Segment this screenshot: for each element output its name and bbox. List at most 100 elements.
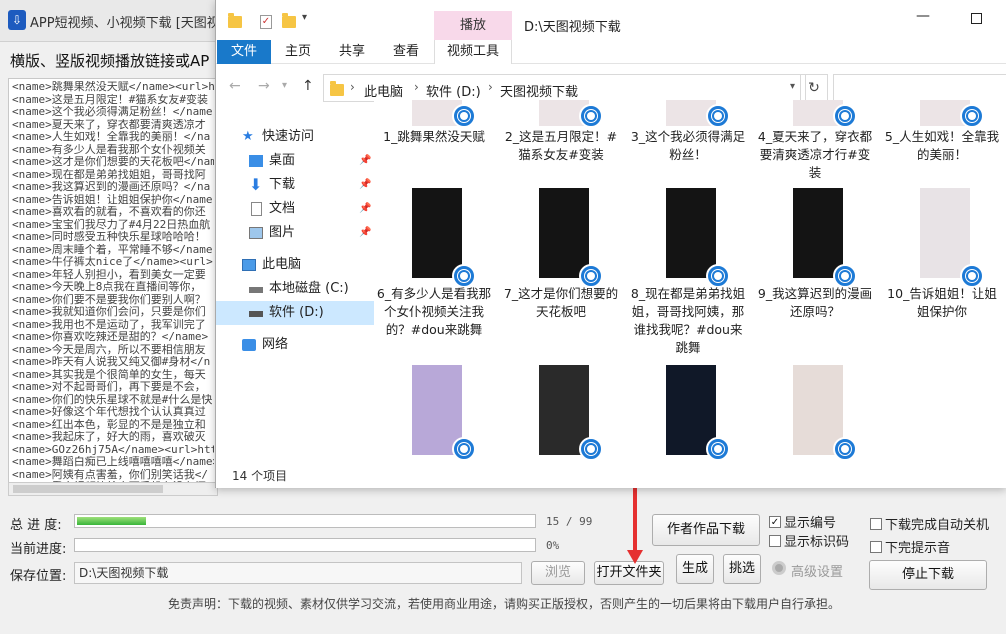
- save-path-input[interactable]: D:\天图视频下载: [74, 562, 522, 584]
- video-player-icon: [833, 104, 857, 128]
- nav-label: 本地磁盘 (C:): [269, 281, 349, 296]
- explorer-window-title: D:\天图视频下载: [524, 20, 621, 35]
- nav-label: 文档: [269, 201, 296, 216]
- file-explorer-window: ✓ ▾ 播放 D:\天图视频下载 — 文件 主页 共享 查看 视频工具 ← → …: [215, 0, 1006, 488]
- show-number-checkbox[interactable]: ✓ 显示编号: [769, 512, 836, 531]
- nav-network[interactable]: 网络: [216, 333, 374, 357]
- nav-drive-d[interactable]: 软件 (D:): [216, 301, 374, 325]
- up-arrow-icon[interactable]: ↑: [302, 78, 314, 94]
- explorer-title-bar: ✓ ▾ 播放 D:\天图视频下载 —: [216, 0, 1006, 40]
- link-list-line: <name>这个我必须得满足粉丝！</name: [12, 106, 213, 118]
- chevron-right-icon[interactable]: ›: [488, 80, 493, 94]
- address-bar[interactable]: › 此电脑 › 软件 (D:) › 天图视频下载 ▾: [323, 74, 806, 102]
- browse-button[interactable]: 浏览: [531, 561, 585, 585]
- chevron-right-icon[interactable]: ›: [350, 80, 355, 94]
- link-list-line: <name>红出本色，彰显的不是是独立和: [12, 418, 206, 431]
- document-icon: [251, 202, 262, 216]
- refresh-icon[interactable]: ↻: [800, 74, 828, 102]
- nav-downloads[interactable]: ⬇ 下载 📌: [216, 173, 374, 197]
- video-thumbnail: [793, 188, 843, 278]
- nav-label: 快速访问: [262, 129, 315, 144]
- picture-icon: [249, 227, 263, 239]
- search-input[interactable]: [833, 74, 1006, 102]
- nav-desktop[interactable]: 桌面 📌: [216, 149, 374, 173]
- link-list-line: <name>宝宝们我尽力了#4月22日热血航: [12, 218, 211, 231]
- navigation-pane: ★ 快速访问 桌面 📌 ⬇ 下载 📌 文档 📌 图片 📌 此电脑 本地磁盘 (C:) 软件 …: [216, 110, 374, 464]
- properties-check-icon[interactable]: ✓: [260, 15, 272, 29]
- link-list-line: <name>跳舞果然没天赋</name><url>ht: [12, 81, 214, 93]
- file-name: 6_有多少人是看我那个女仆视频关注我的？#dou来跳舞: [376, 286, 492, 337]
- customize-toolbar-chevron-icon[interactable]: ▾: [302, 12, 307, 23]
- nav-documents[interactable]: 文档 📌: [216, 197, 374, 221]
- chevron-right-icon[interactable]: ›: [414, 80, 419, 94]
- pin-icon[interactable]: 📌: [359, 197, 371, 221]
- show-number-label: 显示编号: [784, 516, 837, 531]
- video-player-icon: [706, 104, 730, 128]
- current-progress-label: 当前进度:: [10, 542, 67, 557]
- link-list-line: <name>我起床了，好大的雨，喜欢破灭: [12, 431, 206, 443]
- file-name: 3_这个我必须得满足粉丝！: [630, 129, 746, 162]
- link-list-line: <name>同时感受五种快乐星球哈哈哈！: [12, 231, 206, 243]
- link-list-line: <name>阿姨有点害羞，你们别笑话我</: [12, 468, 208, 481]
- folder-icon: [330, 81, 344, 96]
- video-player-icon: [579, 104, 603, 128]
- generate-button[interactable]: 生成: [676, 554, 714, 584]
- author-works-download-button[interactable]: 作者作品下载: [652, 514, 760, 546]
- file-list-view[interactable]: 1_跳舞果然没天赋 2_这是五月限定！#猫系女友#变装 3_这个我必须得满足粉丝！ 4…: [374, 100, 1006, 464]
- app-logo-icon: ⇩: [8, 10, 26, 30]
- video-thumbnail: [920, 188, 970, 278]
- open-folder-button[interactable]: 打开文件夹: [594, 561, 664, 585]
- maximize-icon[interactable]: [971, 13, 982, 24]
- tab-video-tools[interactable]: 视频工具: [434, 40, 512, 64]
- minimize-icon[interactable]: —: [916, 8, 930, 24]
- tab-share[interactable]: 共享: [332, 40, 372, 64]
- link-list-line: <name>有多少人是看我那个女仆视频关: [12, 143, 206, 156]
- stop-download-button[interactable]: 停止下载: [869, 560, 987, 590]
- pin-icon[interactable]: 📌: [359, 149, 371, 173]
- pin-icon[interactable]: 📌: [359, 221, 371, 245]
- link-list-line: <name>喜欢看的就看，不喜欢看的你还: [12, 206, 206, 218]
- save-location-label: 保存位置:: [10, 569, 67, 584]
- link-list-horizontal-scrollbar[interactable]: [8, 482, 218, 496]
- nav-local-disk-c[interactable]: 本地磁盘 (C:): [216, 277, 374, 301]
- advanced-settings-link[interactable]: 高级设置: [791, 561, 843, 580]
- address-dropdown-chevron-icon[interactable]: ▾: [790, 81, 795, 92]
- pick-button[interactable]: 挑选: [723, 554, 761, 584]
- breadcrumb-this-pc[interactable]: 此电脑: [364, 81, 403, 100]
- link-list-line: <name>人生如戏！全靠我的美丽！</na: [12, 131, 211, 143]
- link-list-line: <name>我用也不是运动了，我军训完了: [12, 318, 206, 331]
- total-progress-bar: [74, 514, 536, 528]
- show-tag-checkbox[interactable]: 显示标识码: [769, 531, 849, 550]
- total-progress-fill: [77, 517, 146, 525]
- recent-chevron-icon[interactable]: ▾: [282, 80, 287, 91]
- breadcrumb-drive-d[interactable]: 软件 (D:): [426, 81, 481, 100]
- link-list-textarea[interactable]: <name>跳舞果然没天赋</name><url>ht <name>这是五月限定！…: [8, 78, 218, 496]
- finish-sound-checkbox[interactable]: 下完提示音: [870, 537, 950, 556]
- play-context-tab[interactable]: 播放: [434, 11, 512, 40]
- tab-view[interactable]: 查看: [386, 40, 426, 64]
- file-name: 1_跳舞果然没天赋: [383, 129, 485, 144]
- drive-icon: [249, 287, 263, 293]
- nav-this-pc[interactable]: 此电脑: [216, 253, 374, 277]
- link-list-line: <name>好像这个年代想找个认认真真过: [12, 406, 206, 418]
- forward-arrow-icon[interactable]: →: [258, 78, 270, 94]
- link-list-line: <name>我这算迟到的漫画还原吗？</na: [12, 181, 211, 193]
- video-player-icon: [706, 437, 730, 461]
- tab-home[interactable]: 主页: [278, 40, 318, 64]
- item-count: 14 个项目: [232, 469, 288, 483]
- back-arrow-icon[interactable]: ←: [229, 78, 241, 94]
- total-progress-label: 总 进 度:: [10, 518, 62, 533]
- link-list-line: <name>这才是你们想要的天花板吧</nam: [12, 156, 214, 168]
- pin-icon[interactable]: 📌: [359, 173, 371, 197]
- nav-label: 下载: [269, 177, 296, 192]
- breadcrumb-folder[interactable]: 天图视频下载: [500, 81, 578, 100]
- link-list-line: <name>昨天有人说我又纯又御#身材</n: [12, 356, 211, 368]
- tab-file[interactable]: 文件: [217, 40, 271, 64]
- auto-shutdown-checkbox[interactable]: 下载完成自动关机: [870, 514, 989, 533]
- link-list-line: <name>牛仔裤太nice了</name><url>: [12, 256, 213, 268]
- disclaimer-text: 免责声明：下载的视频、素材仅供学习交流，若使用商业用途，请购买正版授权，否则产生…: [168, 597, 841, 611]
- link-list-line: <name>这是五月限定！#猫系女友#变装: [12, 93, 208, 106]
- nav-pictures[interactable]: 图片 📌: [216, 221, 374, 245]
- nav-quick-access[interactable]: ★ 快速访问: [216, 125, 374, 149]
- file-name: 9_我这算迟到的漫画还原吗？: [757, 286, 873, 319]
